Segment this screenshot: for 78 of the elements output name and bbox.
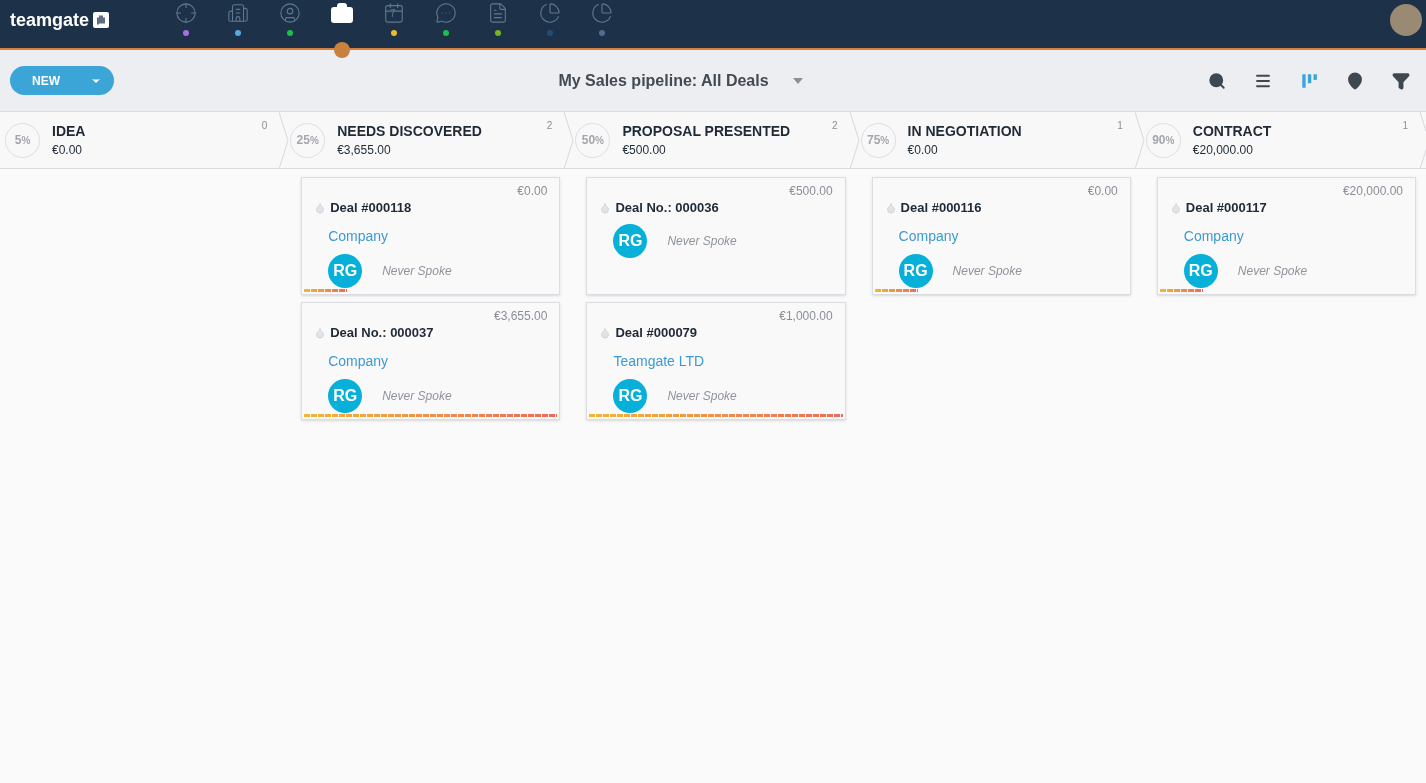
view-toggle[interactable]: [1299, 71, 1318, 90]
pie-chart-icon: [539, 2, 561, 24]
deal-value: €0.00: [1087, 183, 1118, 200]
buildings-icon: [227, 2, 249, 24]
briefcase-icon: [330, 2, 354, 26]
deal-card[interactable]: €0.00 Deal #000116 Company RG Never Spoke: [871, 177, 1131, 295]
target-icon: [175, 2, 197, 24]
view-toggle[interactable]: [1391, 71, 1410, 90]
stage-name: IN NEGOTIATION: [907, 122, 1022, 141]
map-pin-icon: [1345, 71, 1364, 90]
stage-header[interactable]: 50% PROPOSAL PRESENTED €500.00 2: [570, 112, 856, 168]
document-icon: [487, 2, 509, 24]
stage-amount: €3,655.00: [337, 142, 392, 159]
user-avatar[interactable]: [1390, 4, 1422, 36]
contact-status: Never Spoke: [667, 232, 737, 250]
deal-count: 0: [261, 119, 268, 133]
filter-icon: [1391, 71, 1410, 90]
stage-name: PROPOSAL PRESENTED: [622, 122, 791, 141]
droplet-icon: [314, 201, 327, 214]
deal-value: €0.00: [517, 183, 548, 200]
pie-chart-icon: [591, 2, 613, 24]
owner-avatar: RG: [898, 253, 933, 288]
owner-avatar: RG: [613, 223, 648, 258]
owner-avatar: RG: [1183, 253, 1218, 288]
stage-header[interactable]: 25% NEEDS DISCOVERED €3,655.00 2: [285, 112, 571, 168]
caret-icon[interactable]: [792, 77, 803, 84]
view-toggle[interactable]: [1345, 71, 1364, 90]
contact-status: Never Spoke: [952, 262, 1022, 280]
calendar-day: 7: [390, 9, 396, 19]
calendar-icon: [383, 2, 405, 24]
deal-value: €1,000.00: [779, 308, 833, 325]
stage-header[interactable]: 75% IN NEGOTIATION €0.00 1: [855, 112, 1141, 168]
droplet-icon: [314, 326, 327, 339]
deal-card[interactable]: €3,655.00 Deal No.: 000037 Company RG Never Spoke: [301, 302, 561, 420]
stage-amount: €20,000.00: [1192, 142, 1254, 159]
contact-status: Never Spoke: [382, 387, 452, 405]
contact-status: Never Spoke: [1237, 262, 1308, 280]
deal-title[interactable]: Deal No.: 000037: [330, 323, 434, 343]
kanban-icon: [1299, 71, 1318, 90]
person-icon: [279, 2, 301, 24]
contact-status: Never Spoke: [667, 387, 737, 405]
deal-count: 2: [546, 119, 553, 133]
stage-header[interactable]: 5% IDEA €0.00 0: [0, 112, 286, 168]
droplet-icon: [1169, 201, 1182, 214]
stage-header[interactable]: 90% CONTRACT €20,000.00 1: [1140, 112, 1426, 168]
search-icon: [1207, 71, 1226, 90]
deal-card[interactable]: €1,000.00 Deal #000079 Teamgate LTD RG Never Spoke: [586, 302, 846, 420]
deal-title[interactable]: Deal #000117: [1185, 198, 1267, 218]
stage-amount: €0.00: [907, 142, 939, 159]
deal-title[interactable]: Deal #000079: [615, 323, 698, 343]
deal-card[interactable]: €20,000.00 Deal #000117 Company RG Never Spoke: [1156, 177, 1416, 295]
droplet-icon: [599, 201, 612, 214]
chat-bubble-icon: [435, 2, 457, 24]
deal-count: 1: [1402, 119, 1408, 133]
deal-value: €3,655.00: [494, 308, 548, 325]
brand-logo[interactable]: teamgate: [10, 11, 90, 29]
stage-amount: €0.00: [52, 142, 84, 159]
deal-value: €500.00: [789, 183, 833, 200]
stage-name: CONTRACT: [1192, 122, 1272, 141]
stage-amount: €500.00: [622, 142, 667, 159]
deal-title[interactable]: Deal #000118: [330, 198, 412, 218]
owner-avatar: RG: [613, 378, 648, 413]
stage-name: NEEDS DISCOVERED: [337, 122, 482, 141]
view-toggle[interactable]: [1207, 71, 1226, 90]
deal-card[interactable]: €0.00 Deal #000118 Company RG Never Spoke: [301, 177, 561, 295]
pipeline-title[interactable]: My Sales pipeline: All Deals: [558, 68, 769, 93]
contact-status: Never Spoke: [382, 262, 452, 280]
owner-avatar: RG: [328, 253, 363, 288]
droplet-icon: [884, 201, 897, 214]
deal-title[interactable]: Deal #000116: [900, 198, 982, 218]
deal-count: 2: [832, 119, 838, 133]
stage-name: IDEA: [52, 122, 86, 141]
owner-avatar: RG: [328, 378, 363, 413]
deal-value: €20,000.00: [1342, 183, 1403, 200]
deal-count: 1: [1117, 119, 1123, 133]
deal-card[interactable]: €500.00 Deal No.: 000036 RG Never Spoke: [586, 177, 846, 295]
deal-title[interactable]: Deal No.: 000036: [615, 198, 719, 218]
droplet-icon: [599, 326, 612, 339]
